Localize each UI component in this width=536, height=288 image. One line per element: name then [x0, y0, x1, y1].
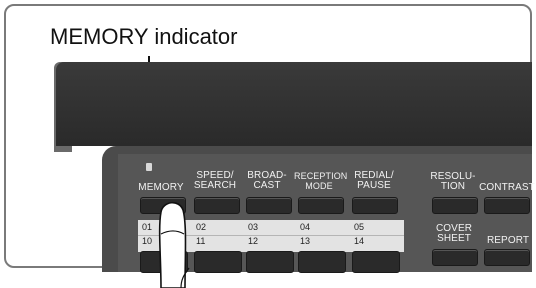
broadcast-button[interactable]	[246, 197, 292, 214]
speed-dial-button[interactable]	[194, 251, 242, 273]
memory-indicator-caption: MEMORY indicator	[50, 24, 238, 49]
cover-sheet-button[interactable]	[432, 249, 478, 266]
speed-dial-number: 10	[142, 236, 153, 246]
redial-pause-button[interactable]	[352, 197, 398, 214]
label-cover-sheet: COVER SHEET	[435, 223, 473, 244]
label-contrast: CONTRAST	[479, 182, 535, 193]
speed-dial-number: 11	[196, 236, 206, 246]
speed-dial-number: 12	[248, 236, 259, 246]
contrast-button[interactable]	[484, 197, 530, 214]
label-speed-search: SPEED/ SEARCH	[193, 170, 237, 191]
speed-dial-number: 03	[248, 222, 259, 232]
resolution-button[interactable]	[432, 197, 478, 214]
label-broadcast: BROAD- CAST	[247, 170, 287, 191]
speed-search-button[interactable]	[194, 197, 240, 214]
device-top-housing	[56, 62, 532, 146]
speed-dial-number: 01	[142, 222, 153, 232]
speed-dial-number: 05	[354, 222, 365, 232]
speed-dial-button[interactable]	[246, 251, 294, 273]
memory-indicator-led	[146, 163, 152, 171]
speed-dial-number: 04	[300, 222, 311, 232]
label-memory: MEMORY	[138, 182, 184, 193]
speed-dial-button[interactable]	[352, 251, 400, 273]
speed-dial-number: 02	[196, 222, 207, 232]
label-resolution: RESOLU- TION	[430, 171, 476, 192]
label-report: REPORT	[486, 235, 530, 246]
report-button[interactable]	[484, 249, 530, 266]
label-reception-mode: RECEPTION MODE	[294, 171, 348, 191]
reception-mode-button[interactable]	[298, 197, 344, 214]
finger-pressing-icon	[158, 201, 190, 288]
label-redial-pause: REDIAL/ PAUSE	[354, 170, 394, 191]
speed-dial-number: 14	[354, 236, 365, 246]
speed-dial-number: 13	[300, 236, 311, 246]
speed-dial-button[interactable]	[298, 251, 346, 273]
